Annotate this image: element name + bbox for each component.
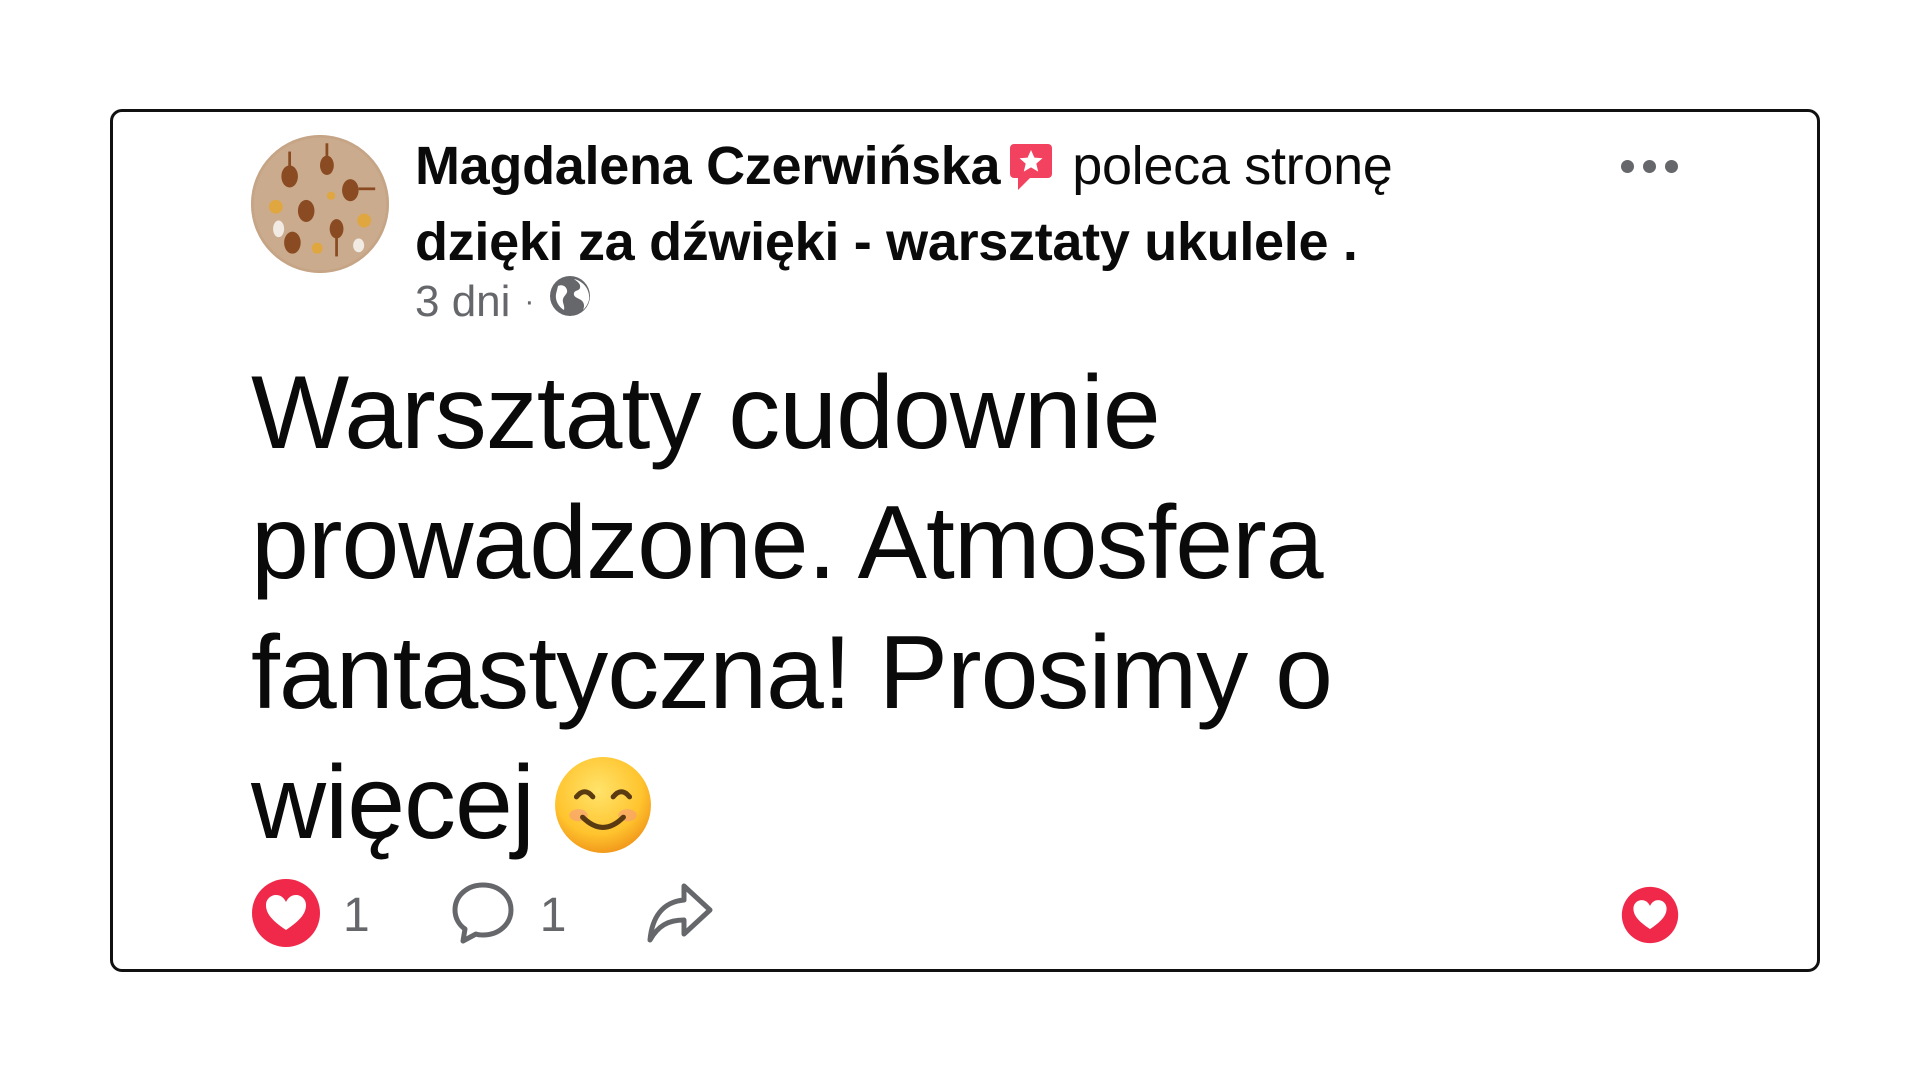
- comment-icon: [448, 878, 518, 953]
- post-text: Warsztaty cudownie prowadzone. Atmosfera…: [251, 348, 1451, 886]
- meta-separator: ·: [524, 284, 535, 318]
- recommend-text: poleca stronę: [1072, 136, 1393, 196]
- heart-button[interactable]: [1621, 886, 1679, 949]
- more-options-button[interactable]: [1621, 160, 1678, 173]
- comment-count: 1: [539, 889, 567, 942]
- smiling-face-emoji-icon: [552, 754, 654, 886]
- timestamp[interactable]: 3 dni: [415, 277, 510, 327]
- author-name[interactable]: Magdalena Czerwińska: [415, 136, 1001, 196]
- share-icon: [644, 878, 716, 953]
- recommendation-badge-icon: [1008, 140, 1054, 208]
- page-suffix: .: [1328, 212, 1358, 272]
- avatar-image: [251, 135, 389, 273]
- dot-icon: [1643, 160, 1656, 173]
- dot-icon: [1665, 160, 1678, 173]
- like-button[interactable]: 1: [251, 878, 370, 953]
- post-text-content: Warsztaty cudownie prowadzone. Atmosfera…: [251, 355, 1333, 861]
- like-count: 1: [343, 889, 370, 942]
- post-meta: 3 dni ·: [415, 274, 592, 329]
- avatar[interactable]: [251, 135, 389, 273]
- share-button[interactable]: [644, 878, 716, 953]
- page-link[interactable]: dzięki za dźwięki - warsztaty ukulele: [415, 212, 1329, 272]
- globe-icon[interactable]: [548, 274, 592, 329]
- heart-icon: [1621, 886, 1679, 948]
- post-card: Magdalena Czerwińska poleca stronę dzięki …: [110, 109, 1820, 972]
- comment-button[interactable]: 1: [448, 878, 567, 953]
- dot-icon: [1621, 160, 1634, 173]
- heart-reaction-icon: [251, 878, 321, 953]
- post-headline: Magdalena Czerwińska poleca stronę dzięki …: [415, 132, 1565, 276]
- post-actions: 1 1: [251, 878, 716, 953]
